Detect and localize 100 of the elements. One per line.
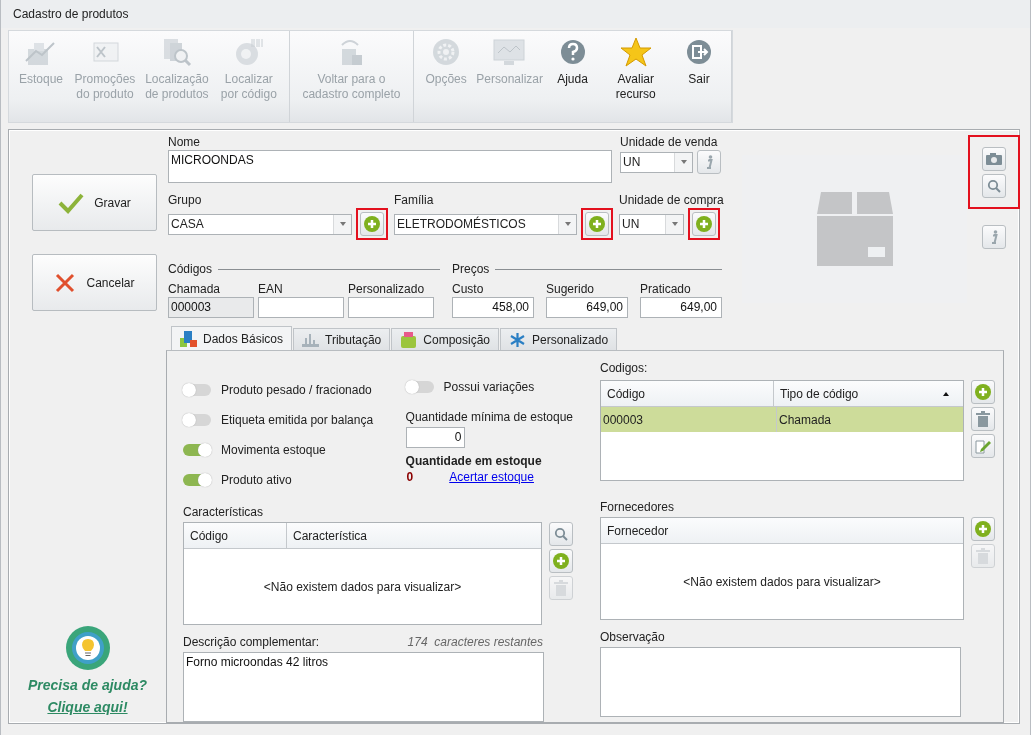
toggle-switch[interactable] bbox=[405, 381, 434, 393]
plus-icon bbox=[589, 216, 605, 232]
bar-chart-icon bbox=[302, 331, 320, 348]
description-field[interactable]: Forno microondas 42 litros bbox=[183, 652, 544, 722]
help-link[interactable]: Clique aqui! bbox=[47, 699, 128, 715]
name-field[interactable]: MICROONDAS bbox=[168, 150, 612, 183]
column-header[interactable]: Código bbox=[184, 523, 287, 548]
min-stock-field[interactable]: 0 bbox=[405, 427, 465, 448]
table-row[interactable]: 000003 Chamada bbox=[601, 407, 963, 432]
toggle-label: Etiqueta emitida por balança bbox=[221, 413, 374, 427]
grid-title: Codigos: bbox=[600, 361, 649, 376]
toggle-switch[interactable] bbox=[183, 384, 211, 396]
tab[interactable]: Dados Básicos bbox=[171, 326, 293, 350]
grid-title: Características bbox=[183, 505, 265, 520]
price-field[interactable]: 649,00 bbox=[640, 297, 722, 318]
plus-icon bbox=[364, 216, 380, 232]
field-label: EAN bbox=[258, 282, 284, 297]
info-button[interactable] bbox=[697, 150, 721, 174]
field-label: Personalizado bbox=[348, 282, 426, 297]
info-icon bbox=[990, 229, 998, 245]
group-dropdown[interactable]: CASA bbox=[168, 213, 352, 235]
field-label: Unidade de venda bbox=[620, 135, 719, 150]
code-field[interactable] bbox=[258, 297, 344, 318]
field-label: Quantidade mínima de estoque bbox=[405, 410, 573, 425]
search-button[interactable] bbox=[982, 174, 1006, 198]
tab[interactable]: Personalizado bbox=[500, 328, 618, 350]
search-button[interactable] bbox=[549, 522, 573, 546]
checkmark-icon bbox=[58, 191, 85, 214]
help-prompt: Precisa de ajuda? bbox=[27, 677, 148, 693]
info-button[interactable] bbox=[982, 225, 1006, 249]
search-icon bbox=[554, 527, 568, 541]
toggle-switch[interactable] bbox=[183, 444, 211, 456]
toggle-switch[interactable] bbox=[183, 414, 211, 426]
field-label: Sugerido bbox=[546, 282, 596, 297]
column-header[interactable]: Tipo de código bbox=[774, 381, 963, 406]
sales-unit-dropdown[interactable]: UN bbox=[620, 151, 693, 173]
window-title: Cadastro de produtos bbox=[13, 7, 129, 21]
toggle-switch[interactable] bbox=[183, 474, 211, 486]
toggle-label: Produto pesado / fracionado bbox=[221, 383, 372, 397]
delete-button[interactable] bbox=[971, 407, 995, 431]
field-label: Observação bbox=[600, 630, 666, 645]
ribbon-button[interactable]: Ajuda bbox=[544, 31, 601, 122]
price-field[interactable]: 649,00 bbox=[546, 297, 628, 318]
plus-icon bbox=[553, 553, 569, 569]
edit-icon bbox=[975, 438, 991, 454]
box-icon bbox=[816, 192, 893, 266]
camera-button[interactable] bbox=[982, 147, 1006, 171]
code-field[interactable]: 000003 bbox=[168, 297, 254, 318]
asterisk-icon bbox=[509, 331, 526, 348]
character-counter: 174 caracteres restantes bbox=[407, 635, 543, 650]
ribbon-button[interactable]: Avaliar recurso bbox=[600, 31, 671, 122]
column-header[interactable]: Característica bbox=[287, 523, 541, 548]
trash-icon bbox=[554, 580, 568, 596]
field-label: Descrição complementar: bbox=[183, 635, 320, 650]
field-label: Praticado bbox=[640, 282, 692, 297]
cross-icon bbox=[54, 271, 77, 294]
trash-icon bbox=[976, 411, 990, 427]
toggle-label: Movimenta estoque bbox=[221, 443, 326, 457]
field-label: Grupo bbox=[168, 193, 203, 208]
tab[interactable]: Composição bbox=[391, 328, 499, 350]
toggle-label: Possui variações bbox=[443, 380, 535, 394]
cancel-button[interactable]: Cancelar bbox=[32, 254, 157, 311]
empty-message: <Não existem dados para visualizar> bbox=[263, 579, 462, 594]
code-field[interactable] bbox=[348, 297, 434, 318]
add-button[interactable] bbox=[549, 549, 573, 573]
bag-icon bbox=[400, 331, 418, 348]
grid-title: Fornecedores bbox=[600, 500, 676, 515]
tab[interactable]: Tributação bbox=[293, 328, 391, 350]
add-button[interactable] bbox=[971, 380, 995, 404]
empty-message: <Não existem dados para visualizar> bbox=[683, 574, 881, 589]
toggle-label: Produto ativo bbox=[221, 473, 292, 487]
section-title: Preços bbox=[452, 262, 490, 276]
delete-button[interactable] bbox=[549, 576, 573, 600]
search-icon bbox=[987, 179, 1001, 193]
camera-icon bbox=[986, 153, 1002, 165]
field-label: Custo bbox=[452, 282, 485, 297]
family-dropdown[interactable]: ELETRODOMÉSTICOS bbox=[394, 213, 577, 235]
plus-icon bbox=[696, 216, 712, 232]
trash-icon bbox=[976, 548, 990, 564]
field-label: Família bbox=[394, 193, 435, 208]
save-button[interactable]: Gravar bbox=[32, 174, 157, 231]
table-cell-text: Chamada bbox=[778, 411, 833, 429]
field-label: Nome bbox=[168, 135, 201, 150]
column-header[interactable]: Fornecedor bbox=[601, 518, 963, 543]
stock-quantity-label: Quantidade em estoque bbox=[405, 454, 543, 468]
notes-field[interactable] bbox=[600, 647, 961, 717]
plus-icon bbox=[975, 521, 991, 537]
plus-icon bbox=[975, 384, 991, 400]
field-label: Chamada bbox=[168, 282, 222, 297]
price-field[interactable]: 458,00 bbox=[452, 297, 534, 318]
edit-button[interactable] bbox=[971, 434, 995, 458]
adjust-stock-link[interactable]: Acertar estoque bbox=[449, 470, 534, 484]
add-button[interactable] bbox=[971, 517, 995, 541]
purchase-unit-dropdown[interactable]: UN bbox=[619, 213, 684, 235]
section-title: Códigos bbox=[168, 262, 213, 276]
monitor-icon bbox=[492, 37, 527, 67]
ribbon-button[interactable]: Sair bbox=[671, 31, 727, 122]
stock-quantity: 0 bbox=[405, 470, 414, 484]
column-header[interactable]: Código bbox=[601, 381, 774, 406]
lightbulb-icon bbox=[64, 625, 111, 671]
